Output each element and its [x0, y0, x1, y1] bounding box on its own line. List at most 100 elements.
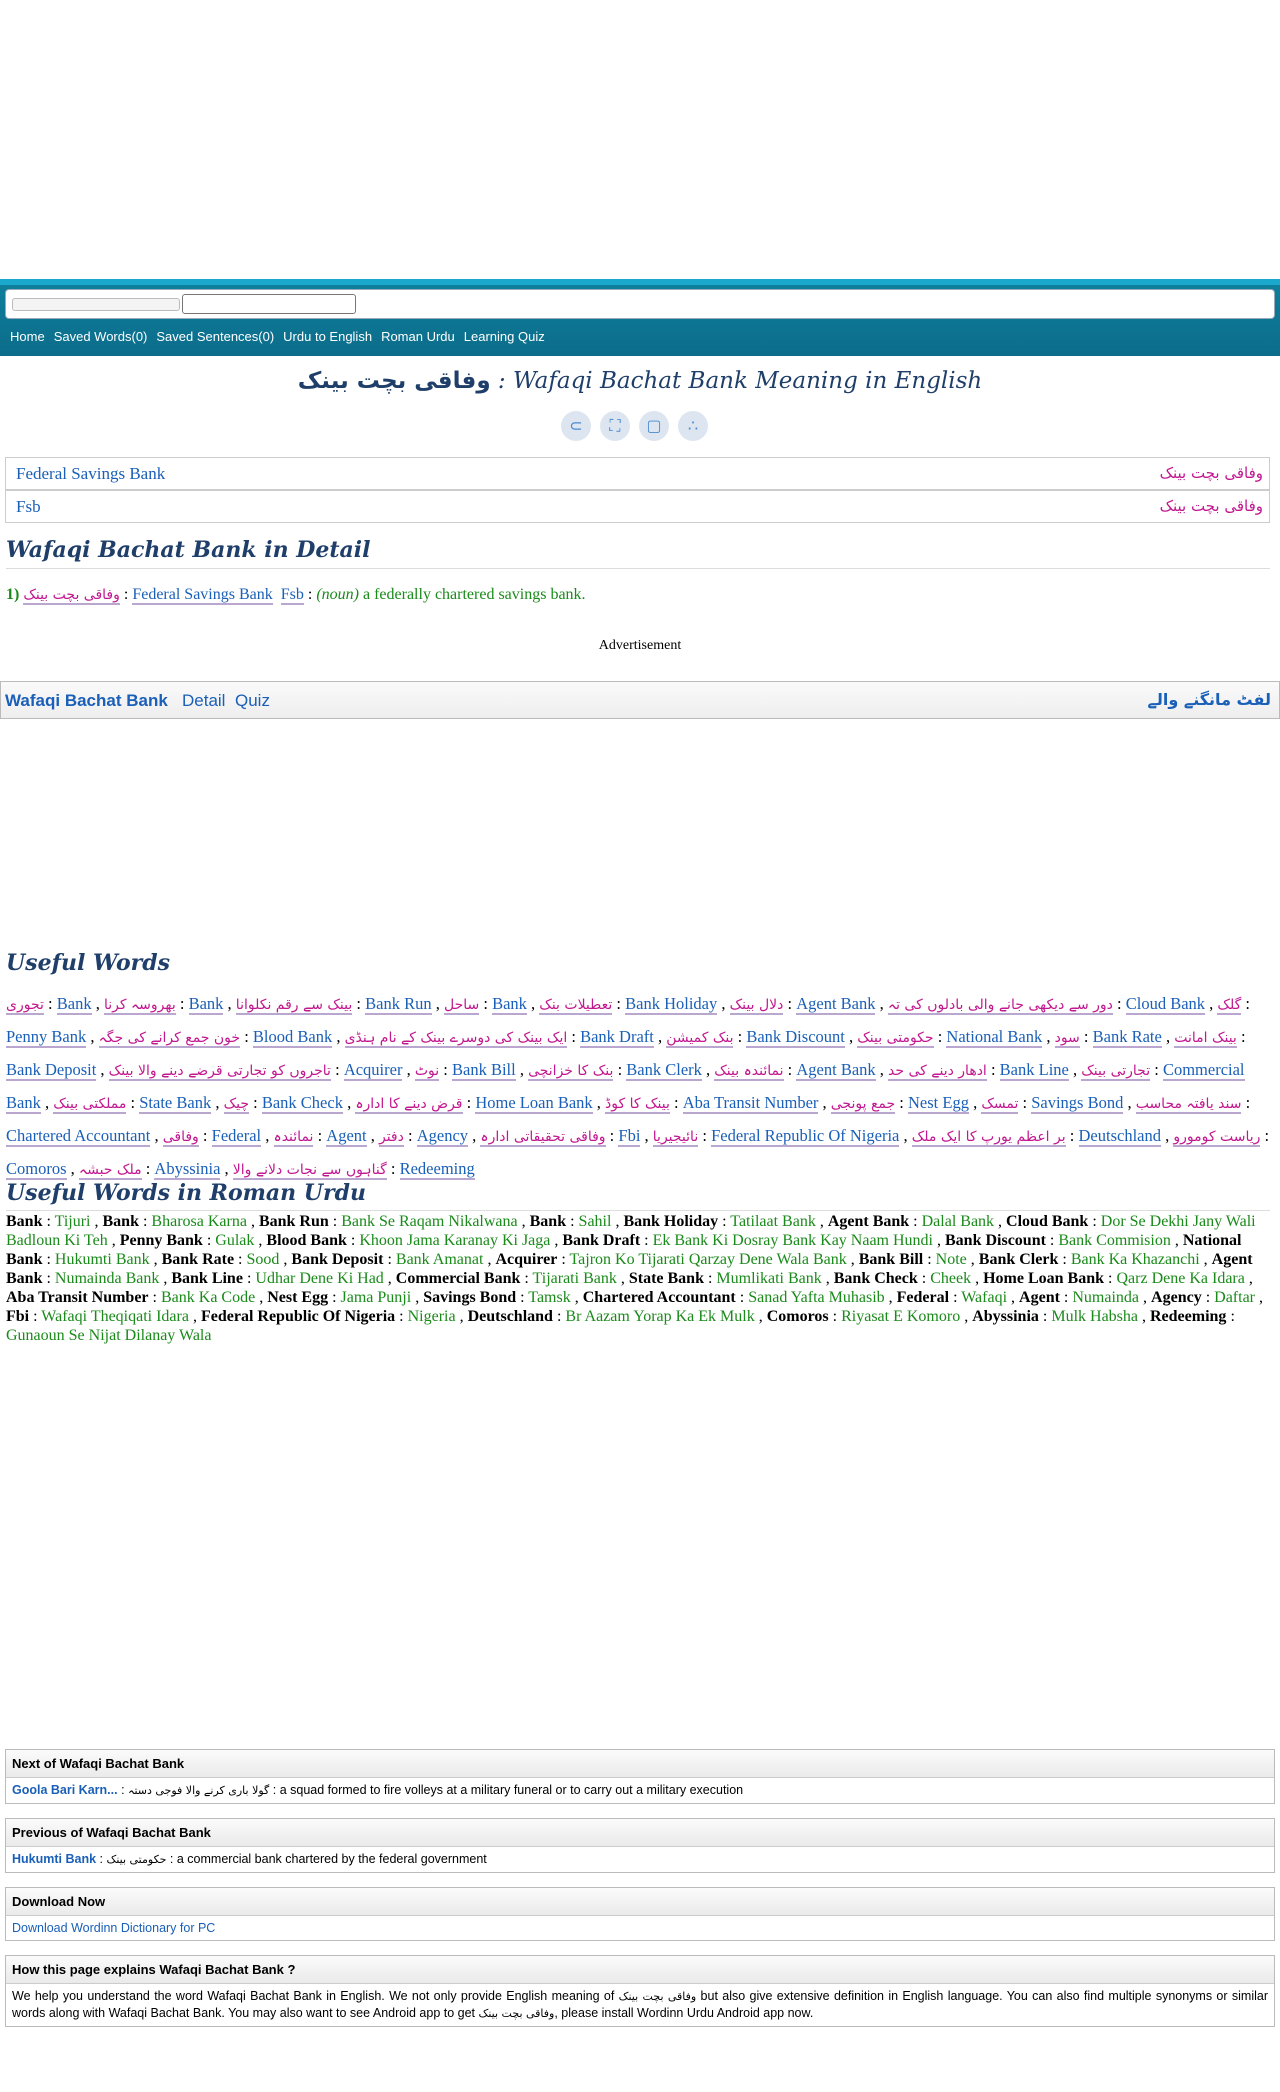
detail-urdu-word[interactable]: وفاقی بچت بینک	[23, 587, 120, 605]
useful-word-link[interactable]: Home Loan Bank	[475, 1093, 593, 1114]
copy-icon[interactable]: ⊂	[561, 411, 591, 441]
roman-word[interactable]: Fbi	[6, 1308, 29, 1325]
roman-word[interactable]: Cloud Bank	[1006, 1213, 1088, 1230]
roman-word[interactable]: Aba Transit Number	[6, 1289, 149, 1306]
roman-word[interactable]: Bank Deposit	[291, 1251, 383, 1268]
useful-word-urdu[interactable]: تجارتی بینک	[1081, 1063, 1151, 1081]
useful-word-link[interactable]: Acquirer	[343, 1060, 403, 1081]
useful-word-urdu[interactable]: وفاقی	[162, 1129, 199, 1147]
useful-word-urdu[interactable]: سود	[1054, 1030, 1080, 1048]
roman-word[interactable]: Chartered Accountant	[583, 1289, 736, 1306]
roman-word[interactable]: Agent Bank	[828, 1213, 909, 1230]
useful-word-link[interactable]: Bank	[188, 994, 224, 1015]
useful-word-link[interactable]: Chartered Accountant	[6, 1126, 151, 1147]
useful-word-urdu[interactable]: ساحل	[443, 997, 480, 1015]
nav-learning-quiz[interactable]: Learning Quiz	[464, 329, 545, 349]
useful-word-link[interactable]: Bank Check	[261, 1093, 343, 1114]
roman-word[interactable]: Deutschland	[468, 1308, 553, 1325]
nav-roman-urdu[interactable]: Roman Urdu	[381, 329, 455, 349]
useful-word-urdu[interactable]: قرض دینے کا ادارہ	[355, 1096, 463, 1114]
useful-word-link[interactable]: Abyssinia	[154, 1159, 221, 1180]
useful-word-urdu[interactable]: وفاقی تحقیقاتی ادارہ	[480, 1129, 606, 1147]
previous-word-link[interactable]: Hukumti Bank	[12, 1852, 96, 1866]
useful-word-urdu[interactable]: نائیجیریا	[652, 1129, 699, 1147]
meaning-row[interactable]: Federal Savings Bank وفاقی بچت بینک	[5, 457, 1270, 490]
useful-word-urdu[interactable]: تاجروں کو تجارتی قرضے دینے والا بینک	[108, 1063, 331, 1081]
nav-saved-words[interactable]: Saved Words(0)	[54, 329, 148, 349]
useful-word-link[interactable]: Bank Holiday	[625, 994, 718, 1015]
next-word-link[interactable]: Goola Bari Karn...	[12, 1783, 118, 1797]
useful-word-link[interactable]: Nest Egg	[908, 1093, 969, 1114]
useful-word-urdu[interactable]: گلک	[1217, 997, 1242, 1015]
search-field[interactable]	[182, 294, 356, 314]
useful-word-urdu[interactable]: ایک بینک کی دوسرے بینک کے نام ہنڈی	[344, 1030, 568, 1048]
useful-word-urdu[interactable]: گناہوں سے نجات دلانے والا	[232, 1162, 387, 1180]
useful-word-link[interactable]: Deutschland	[1078, 1126, 1161, 1147]
useful-word-link[interactable]: Cloud Bank	[1125, 994, 1206, 1015]
useful-word-link[interactable]: Bank	[492, 994, 527, 1015]
useful-word-urdu[interactable]: نمائندہ بینک	[714, 1063, 784, 1081]
tab-quiz[interactable]: Quiz	[235, 691, 270, 711]
useful-word-urdu[interactable]: بینک کا کوڈ	[605, 1096, 670, 1114]
roman-word[interactable]: Bank	[530, 1213, 566, 1230]
useful-word-urdu[interactable]: چیک	[223, 1096, 249, 1114]
roman-word[interactable]: Bank	[103, 1213, 139, 1230]
roman-word[interactable]: Agency	[1151, 1289, 1202, 1306]
roman-word[interactable]: Federal	[897, 1289, 949, 1306]
useful-word-urdu[interactable]: بھروسہ کرنا	[103, 997, 176, 1015]
roman-word[interactable]: Bank Bill	[859, 1251, 923, 1268]
useful-word-urdu[interactable]: بینک امانت	[1174, 1030, 1237, 1048]
useful-word-link[interactable]: Bank Rate	[1092, 1027, 1162, 1048]
useful-word-link[interactable]: Agent	[326, 1126, 367, 1147]
roman-word[interactable]: Bank Run	[259, 1213, 329, 1230]
meaning-row[interactable]: Fsb وفاقی بچت بینک	[5, 490, 1270, 523]
roman-word[interactable]: Federal Republic Of Nigeria	[201, 1308, 395, 1325]
useful-word-urdu[interactable]: مملکتی بینک	[53, 1096, 127, 1114]
useful-word-link[interactable]: Agent Bank	[796, 994, 876, 1015]
search-input[interactable]	[12, 298, 180, 311]
useful-word-link[interactable]: Federal Republic Of Nigeria	[711, 1126, 900, 1147]
useful-word-link[interactable]: Agent Bank	[796, 1060, 876, 1081]
useful-word-urdu[interactable]: دلال بینک	[729, 997, 784, 1015]
roman-word[interactable]: Nest Egg	[267, 1289, 328, 1306]
synonym-link[interactable]: Fsb	[280, 586, 304, 605]
useful-word-link[interactable]: State Bank	[139, 1093, 212, 1114]
roman-word[interactable]: Bank Discount	[945, 1232, 1046, 1249]
useful-word-urdu[interactable]: دور سے دیکھی جانے والی بادلوں کی تہ	[887, 997, 1113, 1015]
useful-word-link[interactable]: Agency	[416, 1126, 469, 1147]
roman-word[interactable]: Comoros	[767, 1308, 829, 1325]
useful-word-link[interactable]: Bank Deposit	[6, 1060, 97, 1081]
useful-word-link[interactable]: Federal	[211, 1126, 262, 1147]
useful-word-link[interactable]: Fbi	[618, 1126, 641, 1147]
roman-word[interactable]: Abyssinia	[972, 1308, 1039, 1325]
roman-word[interactable]: Penny Bank	[120, 1232, 203, 1249]
roman-word[interactable]: Blood Bank	[266, 1232, 346, 1249]
useful-word-urdu[interactable]: خون جمع کرانے کی جگہ	[98, 1030, 241, 1048]
useful-word-link[interactable]: Bank Clerk	[626, 1060, 702, 1081]
useful-word-link[interactable]: National Bank	[946, 1027, 1043, 1048]
useful-word-urdu[interactable]: بر اعظم یورپ کا ایک ملک	[911, 1129, 1066, 1147]
useful-word-urdu[interactable]: تمسک	[981, 1096, 1019, 1114]
useful-word-link[interactable]: Bank Run	[365, 994, 432, 1015]
useful-word-urdu[interactable]: ریاست کومورو	[1173, 1129, 1261, 1147]
useful-word-link[interactable]: Aba Transit Number	[682, 1093, 819, 1114]
useful-word-urdu[interactable]: جمع پونجی	[830, 1096, 896, 1114]
useful-word-urdu[interactable]: ملک حبشہ	[78, 1162, 142, 1180]
roman-word[interactable]: Bank Draft	[562, 1232, 640, 1249]
useful-word-link[interactable]: Bank Draft	[580, 1027, 654, 1048]
nav-home[interactable]: Home	[10, 329, 45, 349]
download-link[interactable]: Download Wordinn Dictionary for PC	[12, 1921, 215, 1935]
useful-word-link[interactable]: Savings Bond	[1031, 1093, 1124, 1114]
useful-word-link[interactable]: Bank Line	[999, 1060, 1069, 1081]
roman-word[interactable]: Bank Rate	[162, 1251, 234, 1268]
useful-word-urdu[interactable]: بینک سے رقم نکلوانا	[235, 997, 353, 1015]
synonym-link[interactable]: Federal Savings Bank	[132, 586, 273, 605]
useful-word-urdu[interactable]: نوٹ	[414, 1063, 440, 1081]
roman-word[interactable]: Acquirer	[495, 1251, 557, 1268]
meaning-english[interactable]: Fsb	[16, 497, 41, 517]
nav-urdu-to-english[interactable]: Urdu to English	[283, 329, 372, 349]
useful-word-urdu[interactable]: دفتر	[378, 1129, 404, 1147]
roman-word[interactable]: Bank Line	[171, 1270, 243, 1287]
fullscreen-icon[interactable]: ⛶	[600, 411, 630, 441]
useful-word-link[interactable]: Blood Bank	[252, 1027, 333, 1048]
